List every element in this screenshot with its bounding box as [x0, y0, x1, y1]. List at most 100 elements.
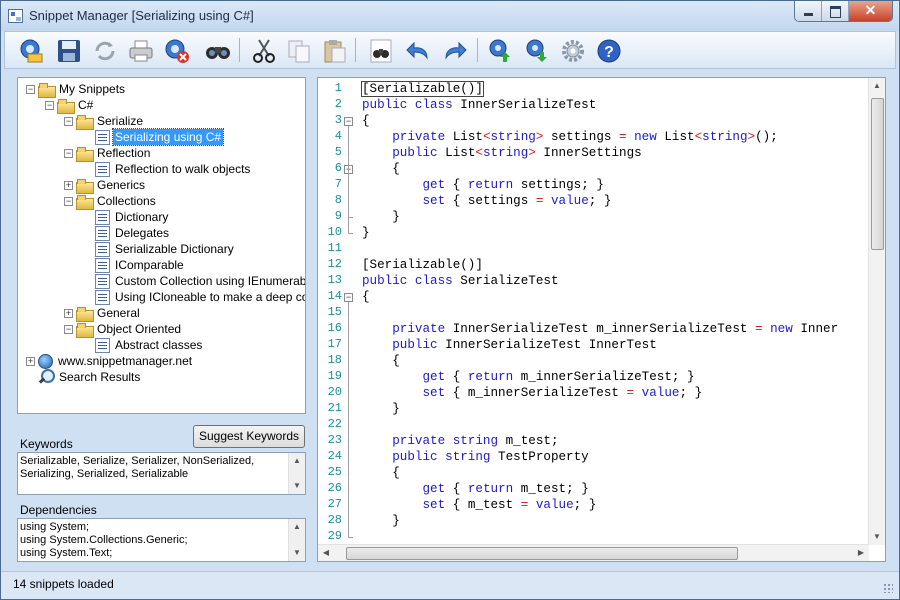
- code-line[interactable]: get { return m_test; }: [362, 481, 588, 497]
- collapse-icon[interactable]: −: [26, 84, 35, 94]
- window-title: Snippet Manager [Serializing using C#]: [29, 8, 254, 23]
- new-snippet-button[interactable]: [15, 35, 46, 66]
- code-line[interactable]: private InnerSerializeTest m_innerSerial…: [362, 321, 838, 337]
- tree-node[interactable]: − Serialize: [64, 113, 145, 130]
- code-line[interactable]: public string TestProperty: [362, 449, 589, 465]
- code-line[interactable]: set { settings = value; }: [362, 193, 611, 209]
- resize-grip-icon[interactable]: [883, 583, 893, 593]
- scroll-right-arrow-icon[interactable]: ▶: [853, 545, 869, 561]
- maximize-button[interactable]: [822, 1, 849, 21]
- code-line[interactable]: {: [362, 353, 400, 369]
- tree-node[interactable]: Delegates: [83, 225, 171, 241]
- code-line[interactable]: {: [362, 289, 370, 305]
- tree-node[interactable]: Abstract classes: [83, 337, 204, 353]
- code-line[interactable]: get { return m_innerSerializeTest; }: [362, 369, 694, 385]
- code-line[interactable]: get { return settings; }: [362, 177, 603, 193]
- scroll-left-arrow-icon[interactable]: ◀: [318, 545, 334, 561]
- code-line[interactable]: public class InnerSerializeTest: [362, 97, 596, 113]
- tree-node[interactable]: − Collections: [64, 193, 158, 210]
- redo-button[interactable]: [439, 35, 470, 66]
- export-button[interactable]: [483, 35, 514, 66]
- editor-vertical-scrollbar[interactable]: ▲ ▼: [868, 78, 885, 545]
- collapse-icon[interactable]: −: [64, 324, 73, 334]
- undo-button[interactable]: [402, 35, 433, 66]
- tree-node[interactable]: − C#: [45, 97, 95, 114]
- collapse-icon[interactable]: −: [45, 100, 54, 110]
- line-number: 18: [327, 353, 342, 367]
- code-line[interactable]: }: [362, 225, 370, 241]
- find-button[interactable]: [202, 35, 233, 66]
- help-button[interactable]: ?: [593, 35, 624, 66]
- code-editor[interactable]: ▲ ▼ ◀ ▶ 1 2 3 4 5 6 7 8 9 10 11 12 13 14 15 16 17 18 19 20 2…: [317, 77, 886, 562]
- tree-node[interactable]: IComparable: [83, 257, 186, 273]
- app-icon[interactable]: [8, 9, 23, 23]
- vertical-scroll-thumb[interactable]: [871, 98, 884, 250]
- collapse-icon[interactable]: −: [64, 148, 73, 158]
- keywords-scrollbar[interactable]: ▲ ▼: [288, 453, 305, 494]
- horizontal-scroll-thumb[interactable]: [346, 547, 738, 560]
- tree-node-label: Custom Collection using IEnumerable: [115, 274, 306, 288]
- tree-node[interactable]: Custom Collection using IEnumerable: [83, 273, 306, 289]
- scroll-down-arrow-icon[interactable]: ▼: [869, 529, 885, 545]
- code-line[interactable]: private List<string> settings = new List…: [362, 129, 778, 145]
- tree-node[interactable]: Using ICloneable to make a deep copy: [83, 289, 305, 305]
- expand-icon[interactable]: +: [26, 356, 35, 366]
- code-line[interactable]: }: [362, 209, 400, 225]
- tree-node[interactable]: − Object Oriented: [64, 321, 183, 338]
- cut-button[interactable]: [248, 35, 279, 66]
- collapse-icon[interactable]: −: [64, 196, 73, 206]
- code-line[interactable]: set { m_test = value; }: [362, 497, 596, 513]
- code-line[interactable]: public InnerSerializeTest InnerTest: [362, 337, 657, 353]
- copy-button[interactable]: [283, 35, 314, 66]
- scroll-up-arrow-icon[interactable]: ▲: [869, 78, 885, 94]
- tree-node[interactable]: Reflection to walk objects: [83, 161, 252, 177]
- code-line[interactable]: }: [362, 513, 400, 529]
- scroll-up-arrow-icon[interactable]: ▲: [289, 519, 305, 535]
- tree-node[interactable]: Serializing using C#: [83, 128, 225, 146]
- tree-node[interactable]: + General: [64, 305, 142, 322]
- code-line[interactable]: [Serializable()]: [361, 81, 484, 97]
- collapse-icon[interactable]: −: [64, 116, 73, 126]
- fold-collapse-icon[interactable]: −: [344, 117, 353, 126]
- close-button[interactable]: ✕: [849, 1, 892, 21]
- save-button[interactable]: [53, 35, 84, 66]
- tree-node[interactable]: + Generics: [64, 177, 147, 194]
- settings-button[interactable]: [557, 35, 588, 66]
- fold-collapse-icon[interactable]: −: [344, 293, 353, 302]
- code-line[interactable]: {: [362, 113, 370, 129]
- code-line[interactable]: {: [362, 161, 400, 177]
- code-line[interactable]: public List<string> InnerSettings: [362, 145, 641, 161]
- editor-horizontal-scrollbar[interactable]: ◀ ▶: [318, 544, 869, 561]
- code-line[interactable]: {: [362, 465, 400, 481]
- import-button[interactable]: [520, 35, 551, 66]
- keywords-textbox[interactable]: Serializable, Serialize, Serializer, Non…: [17, 452, 306, 495]
- expand-icon[interactable]: +: [64, 180, 73, 190]
- expand-icon[interactable]: +: [64, 308, 73, 318]
- print-button[interactable]: [125, 35, 156, 66]
- scroll-up-arrow-icon[interactable]: ▲: [289, 453, 305, 469]
- code-line[interactable]: }: [362, 401, 400, 417]
- scroll-down-arrow-icon[interactable]: ▼: [289, 545, 305, 561]
- tree-node[interactable]: Search Results: [26, 369, 142, 385]
- dependencies-scrollbar[interactable]: ▲ ▼: [288, 519, 305, 561]
- tree-node[interactable]: Dictionary: [83, 209, 170, 225]
- find-next-button[interactable]: [365, 35, 396, 66]
- suggest-keywords-button[interactable]: Suggest Keywords: [193, 425, 305, 448]
- title-bar[interactable]: Snippet Manager [Serializing using C#] ✕: [1, 1, 899, 31]
- code-line[interactable]: private string m_test;: [362, 433, 558, 449]
- refresh-button[interactable]: [89, 35, 120, 66]
- tree-node[interactable]: + www.snippetmanager.net: [26, 353, 194, 369]
- code-line[interactable]: public class SerializeTest: [362, 273, 559, 289]
- tree-node[interactable]: Serializable Dictionary: [83, 241, 236, 257]
- tree-node[interactable]: − My Snippets: [26, 81, 127, 98]
- code-line[interactable]: [Serializable()]: [362, 257, 483, 273]
- minimize-button[interactable]: [795, 1, 822, 21]
- paste-button[interactable]: [319, 35, 350, 66]
- code-line[interactable]: set { m_innerSerializeTest = value; }: [362, 385, 702, 401]
- scroll-down-arrow-icon[interactable]: ▼: [289, 478, 305, 494]
- delete-snippet-button[interactable]: [161, 35, 192, 66]
- tree-node[interactable]: − Reflection: [64, 145, 152, 162]
- snippet-tree[interactable]: − My Snippets − C# − Serialize Serializing usi…: [17, 77, 306, 414]
- dependencies-textbox[interactable]: using System; using System.Collections.G…: [17, 518, 306, 562]
